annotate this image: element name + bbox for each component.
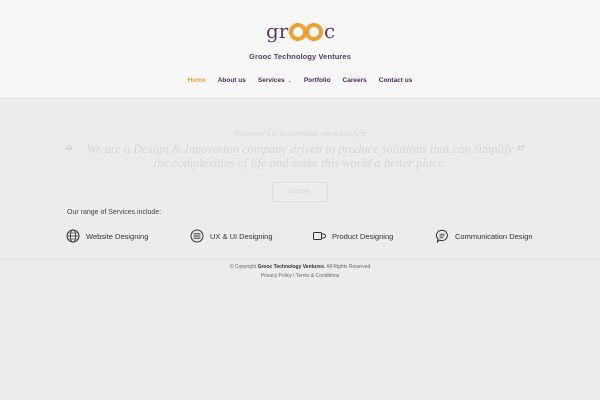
nav-portfolio[interactable]: Portfolio [304, 77, 331, 84]
copyright-company: Grooc Technology Ventures [257, 264, 324, 270]
svg-text:gr: gr [266, 19, 289, 43]
hero-button[interactable]: Explore [272, 182, 328, 202]
nav-services-label: Services [257, 77, 285, 84]
nav-about-us[interactable]: About us [218, 77, 246, 84]
service-label: UX & UI Designing [210, 231, 273, 241]
logo-tagline: Grooc Technology Ventures [249, 52, 351, 61]
mug-icon [313, 232, 326, 240]
nav-careers-label: Careers [342, 77, 367, 84]
services-title: Our range of Services include: [67, 209, 162, 216]
service-label: Website Designing [86, 231, 149, 241]
site-header: gr c Grooc Technology Ventures Home Abou… [0, 0, 600, 99]
privacy-policy-link[interactable]: Privacy Policy [261, 273, 292, 279]
close-quote-icon: ” [517, 143, 525, 160]
service-website-designing[interactable]: Website Designing [66, 228, 148, 244]
globe-icon [66, 229, 80, 243]
speech-bubble-icon [435, 229, 448, 243]
nav-home-label: Home [187, 77, 206, 84]
main-nav: Home About us Services ⌄ Portfolio Caree… [0, 77, 600, 84]
nav-services[interactable]: Services ⌄ [258, 77, 292, 84]
list-icon [190, 229, 204, 243]
copyright-rights: . All Rights Reserved [323, 264, 371, 270]
open-quote-icon: “ [65, 143, 73, 160]
nav-about-us-label: About us [217, 77, 246, 84]
terms-link[interactable]: Terms & Conditions [296, 273, 339, 279]
nav-contact-us[interactable]: Contact us [379, 77, 413, 84]
service-label: Communication Design [455, 231, 533, 241]
services-list: Website Designing UX & UI Designing Prod… [66, 228, 536, 244]
logo[interactable]: gr c Grooc Technology Ventures [240, 14, 360, 64]
hero-quote: We are a Design & Innovation company dri… [86, 142, 514, 170]
hero-subtitle: Welcome! Let us introduce ourselves firs… [233, 129, 367, 138]
nav-contact-us-label: Contact us [378, 77, 413, 84]
nav-careers[interactable]: Careers [343, 77, 367, 84]
nav-home[interactable]: Home [188, 77, 206, 84]
service-product-designing[interactable]: Product Designing [312, 228, 393, 244]
copyright-prefix: © Copyright [229, 264, 258, 270]
hero-section: Welcome! Let us introduce ourselves firs… [0, 100, 600, 210]
site-footer: © Copyright Grooc Technology Ventures. A… [0, 258, 600, 281]
grooc-logo-icon: gr c [266, 19, 335, 43]
legal-links: Privacy Policy | Terms & Conditions [0, 272, 600, 281]
svg-text:c: c [324, 19, 335, 43]
service-communication-design[interactable]: Communication Design [435, 228, 533, 244]
copyright-line: © Copyright Grooc Technology Ventures. A… [0, 263, 600, 272]
service-ux-ui-designing[interactable]: UX & UI Designing [190, 228, 273, 244]
chevron-down-icon: ⌄ [287, 77, 292, 84]
nav-portfolio-label: Portfolio [303, 77, 331, 84]
service-label: Product Designing [332, 231, 394, 241]
